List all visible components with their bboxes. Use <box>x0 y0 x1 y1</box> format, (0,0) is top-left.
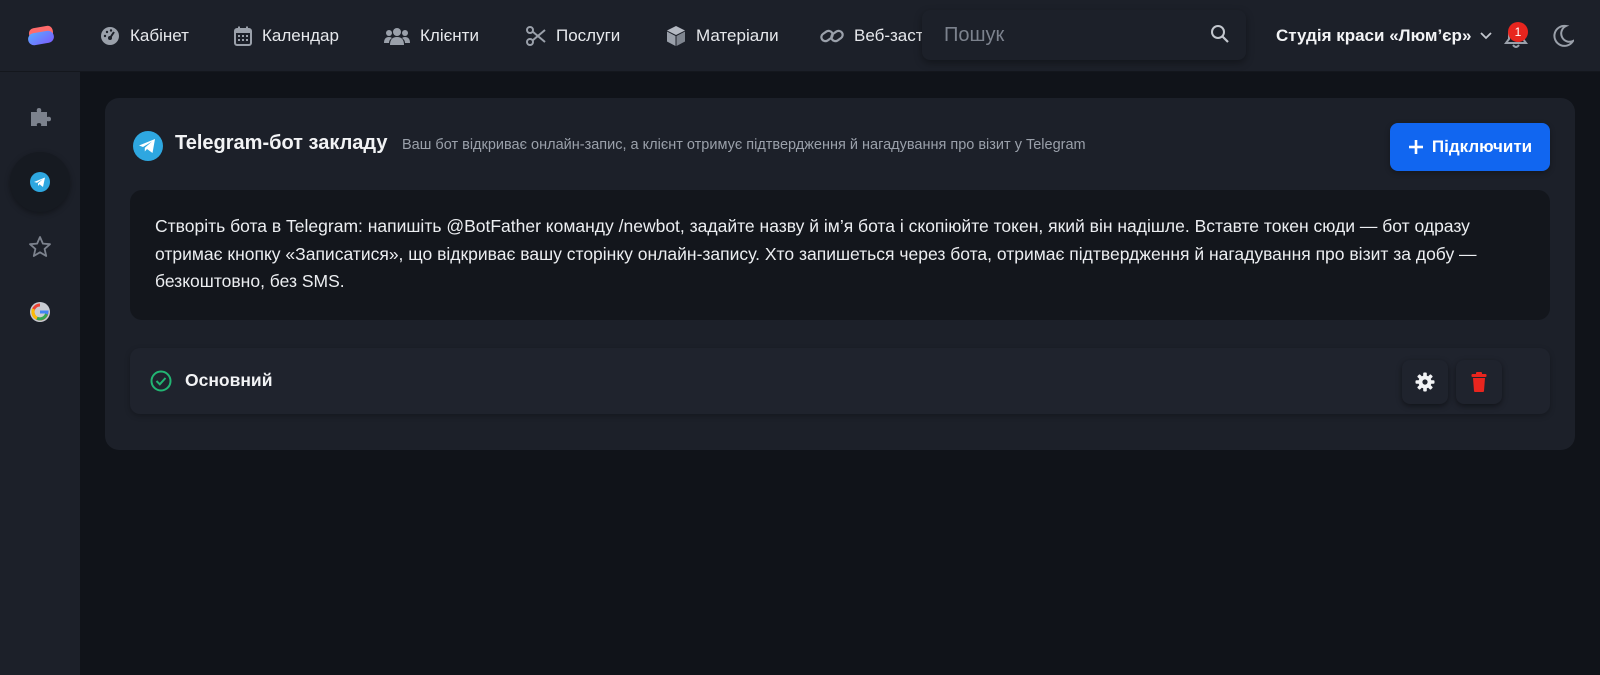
bot-delete-button[interactable] <box>1456 360 1502 404</box>
dashboard-icon <box>101 27 119 45</box>
nav-label: Веб-застосунок <box>854 26 925 45</box>
sidebar-item-reviews[interactable] <box>10 217 70 277</box>
plus-icon <box>1408 140 1423 154</box>
nav-item-services[interactable]: Послуги <box>526 22 620 50</box>
trash-icon <box>1471 372 1487 392</box>
cube-icon <box>667 26 685 46</box>
nav-item-web-app[interactable]: Веб-застосунок <box>820 22 925 50</box>
studio-selector[interactable]: Студія краси «Люм’єр» <box>1276 22 1493 50</box>
nav-label: Кабінет <box>130 26 189 45</box>
card-subtitle: Ваш бот відкриває онлайн-запис, а клієнт… <box>402 137 1086 153</box>
search-icon[interactable] <box>1210 24 1230 44</box>
sidebar-item-integrations[interactable] <box>10 87 70 147</box>
bot-list-item[interactable]: Основний <box>130 348 1550 414</box>
puzzle-icon <box>31 108 51 126</box>
notification-badge: 1 <box>1508 22 1528 42</box>
nav-label: Послуги <box>556 26 621 45</box>
google-icon <box>30 302 50 322</box>
scissors-icon <box>526 26 546 46</box>
top-navigation-bar: Кабінет Календар Клієнти Послуги Матеріа… <box>0 0 1600 72</box>
search-box <box>922 10 1246 60</box>
nav-label: Календар <box>262 26 339 45</box>
search-input[interactable] <box>922 10 1192 60</box>
calendar-icon <box>234 26 252 46</box>
chevron-down-icon <box>1480 32 1493 40</box>
nav-item-cabinet[interactable]: Кабінет <box>100 22 189 50</box>
sidebar <box>0 72 80 675</box>
nav-item-materials[interactable]: Матеріали <box>666 22 779 50</box>
star-icon <box>29 236 51 257</box>
nav-overflow-clip: Веб-застосунок <box>820 22 925 50</box>
moon-icon[interactable] <box>1552 24 1574 48</box>
sidebar-item-telegram[interactable] <box>10 152 70 212</box>
check-circle-icon <box>150 370 172 392</box>
connect-button[interactable]: Підключити <box>1390 123 1550 171</box>
app-logo[interactable] <box>26 24 58 48</box>
link-icon <box>820 29 844 43</box>
setup-instructions: Створіть бота в Telegram: напишіть @BotF… <box>130 190 1550 320</box>
gear-icon <box>1415 372 1435 392</box>
nav-item-clients[interactable]: Клієнти <box>384 22 479 50</box>
telegram-bot-card: Telegram-бот закладу Ваш бот відкриває о… <box>105 98 1575 450</box>
bot-settings-button[interactable] <box>1402 360 1448 404</box>
telegram-icon <box>30 172 50 192</box>
bot-name: Основний <box>185 370 273 390</box>
sidebar-item-google[interactable] <box>10 282 70 342</box>
nav-item-calendar[interactable]: Календар <box>234 22 339 50</box>
studio-name: Студія краси «Люм’єр» <box>1276 26 1472 45</box>
card-title: Telegram-бот закладу <box>175 132 388 154</box>
connect-button-label: Підключити <box>1431 137 1533 156</box>
nav-label: Матеріали <box>696 26 779 45</box>
users-icon <box>384 28 410 45</box>
telegram-logo-icon <box>133 131 163 161</box>
nav-label: Клієнти <box>420 26 479 45</box>
